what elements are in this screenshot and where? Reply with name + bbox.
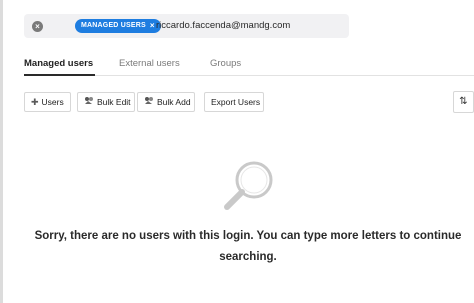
plus-icon: ✚ (31, 97, 39, 107)
add-users-button[interactable]: ✚ Users (24, 92, 71, 112)
bulk-edit-label: Bulk Edit (97, 97, 131, 107)
chip-close-icon[interactable]: × (150, 19, 155, 33)
active-tab-indicator (24, 74, 95, 76)
sort-icon: ⇅ (459, 96, 468, 107)
bulk-add-button[interactable]: Bulk Add (137, 92, 195, 112)
filter-chip-managed-users[interactable]: MANAGED USERS × (75, 19, 161, 33)
tab-external-users[interactable]: External users (119, 58, 180, 69)
filter-chip-label: MANAGED USERS (81, 22, 146, 29)
bulk-add-label: Bulk Add (157, 97, 191, 107)
tab-managed-users[interactable]: Managed users (24, 58, 93, 69)
magnifier-icon (224, 161, 273, 210)
clear-icon[interactable]: × (32, 21, 43, 32)
left-edge-divider (0, 0, 3, 303)
add-users-label: Users (41, 97, 64, 107)
bulk-add-icon (144, 93, 154, 111)
bulk-edit-icon (84, 93, 94, 111)
export-users-label: Export Users (211, 97, 261, 107)
sort-button[interactable]: ⇅ (453, 91, 474, 113)
tab-groups[interactable]: Groups (210, 58, 241, 69)
user-tabs: Managed users External users Groups (24, 54, 474, 76)
empty-state-message: Sorry, there are no users with this logi… (34, 230, 462, 263)
bulk-edit-button[interactable]: Bulk Edit (77, 92, 135, 112)
export-users-button[interactable]: Export Users (204, 92, 264, 112)
search-bar[interactable]: × MANAGED USERS × riccardo.faccenda@mand… (24, 14, 349, 38)
search-input[interactable]: riccardo.faccenda@mandg.com (156, 19, 290, 33)
